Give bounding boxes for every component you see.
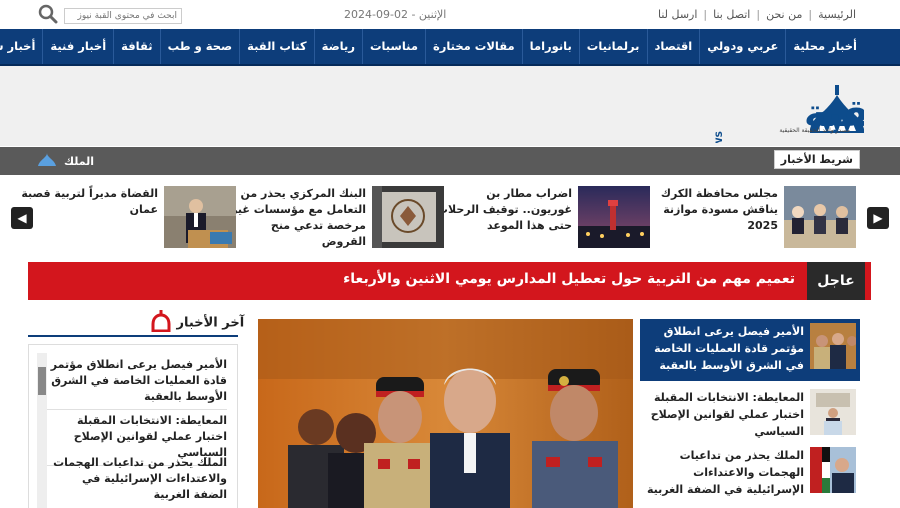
header: القبة NEWS مصدر واحد للحقيقة الحقيقية <box>0 66 900 161</box>
ticker-item-text: الملك <box>64 155 95 168</box>
carousel-card[interactable]: مجلس محافظة الكرك يناقش مسودة موازنة 202… <box>641 186 856 250</box>
breaking-label: عاجل <box>807 262 865 300</box>
latest-news-item[interactable]: الأمير فيصل يرعى انطلاق مؤتمر قادة العمل… <box>47 357 227 410</box>
nav-arab-intl[interactable]: عربي ودولي <box>699 29 785 64</box>
featured-image[interactable] <box>258 319 633 508</box>
card-title: اضراب مطار بن غوريون.. توقيف الرحلات حتى… <box>436 187 572 232</box>
chevron-right-icon: ▶ <box>873 211 883 225</box>
nav-health[interactable]: صحة و طب <box>159 29 240 64</box>
latest-news-list[interactable]: الأمير فيصل يرعى انطلاق مؤتمر قادة العمل… <box>28 344 238 508</box>
breaking-news-bar[interactable]: عاجل تعميم مهم من التربية حول تعطيل المد… <box>28 262 871 300</box>
chevron-left-icon: ◀ <box>17 211 27 225</box>
nav-articles[interactable]: مقالات مختارة <box>424 29 522 64</box>
top-link-about[interactable]: من نحن <box>766 8 802 21</box>
featured-news-title: الملك يحذر من تداعيات الهجمات والاعتداءا… <box>646 449 804 496</box>
featured-news-item[interactable]: الأمير فيصل يرعى انطلاق مؤتمر قادة العمل… <box>640 319 860 381</box>
ticker-logo-icon <box>36 153 58 170</box>
top-link-contact[interactable]: اتصل بنا <box>713 8 750 21</box>
search-input[interactable] <box>64 8 182 24</box>
top-links: الرئيسية | من نحن | اتصل بنا | ارسل لنا <box>658 8 856 21</box>
card-title: القضاة مديراً لتربية قصبة عمان <box>21 187 158 216</box>
nav-parliament[interactable]: برلمانيات <box>578 29 647 64</box>
scrollbar[interactable] <box>37 353 47 508</box>
card-title: البنك المركزي يحذر من التعامل مع مؤسسات … <box>231 187 366 248</box>
nav-art[interactable]: أخبار فنية <box>42 29 113 64</box>
top-link-send[interactable]: ارسل لنا <box>658 8 697 21</box>
carousel-card[interactable]: القضاة مديراً لتربية قصبة عمان <box>21 186 236 250</box>
top-link-home[interactable]: الرئيسية <box>818 8 856 21</box>
featured-news-title: المعايطة: الانتخابات المقبلة اختبار عملي… <box>650 391 804 438</box>
nav-writers[interactable]: كتاب القبة <box>239 29 313 64</box>
scrollbar-thumb[interactable] <box>38 367 46 395</box>
nav-economy[interactable]: اقتصاد <box>646 29 700 64</box>
card-image <box>372 186 444 248</box>
logo-news: NEWS <box>715 131 725 143</box>
logo-tagline: مصدر واحد للحقيقة الحقيقية <box>779 127 850 134</box>
search-icon[interactable] <box>38 4 58 28</box>
featured-news-item[interactable]: المعايطة: الانتخابات المقبلة اختبار عملي… <box>640 385 860 439</box>
nav-local[interactable]: أخبار محلية <box>785 29 864 64</box>
latest-news-item[interactable]: الملك يحذر من تداعيات الهجمات والاعتداءا… <box>47 455 227 507</box>
search-area <box>38 4 182 28</box>
carousel-prev-button[interactable]: ◀ <box>11 207 33 229</box>
featured-news-list: الأمير فيصل يرعى انطلاق مؤتمر قادة العمل… <box>640 319 860 508</box>
nav-occasions[interactable]: مناسبات <box>361 29 425 64</box>
nav-culture[interactable]: ثقافة <box>113 29 159 64</box>
ticker-label: شريط الأخبار <box>773 150 860 169</box>
date-text: الإثنين - 02-09-2024 <box>344 8 447 21</box>
card-image <box>784 186 856 248</box>
featured-news-item[interactable]: الملك يحذر من تداعيات الهجمات والاعتداءا… <box>640 443 860 503</box>
nav-hot[interactable]: أخبار ساخنة <box>0 29 42 64</box>
featured-thumb <box>810 389 856 435</box>
carousel-next-button[interactable]: ▶ <box>867 207 889 229</box>
carousel-card[interactable]: البنك المركزي يحذر من التعامل مع مؤسسات … <box>229 186 444 250</box>
breaking-text: تعميم مهم من التربية حول تعطيل المدارس ي… <box>343 271 795 287</box>
carousel-card[interactable]: اضراب مطار بن غوريون.. توقيف الرحلات حتى… <box>435 186 650 250</box>
featured-thumb <box>810 447 856 493</box>
main-nav: أخبار محلية عربي ودولي اقتصاد برلمانيات … <box>0 29 900 66</box>
divider <box>28 335 238 337</box>
separator: | <box>808 8 813 21</box>
card-image <box>578 186 650 248</box>
news-carousel: مجلس محافظة الكرك يناقش مسودة موازنة 202… <box>0 177 900 257</box>
news-ticker: شريط الأخبار الملك <box>0 147 900 175</box>
nav-sports[interactable]: رياضة <box>313 29 362 64</box>
latest-news-title-text: آخر الأخبار <box>176 315 245 331</box>
ticker-item[interactable]: الملك <box>36 153 94 170</box>
top-bar: الرئيسية | من نحن | اتصل بنا | ارسل لنا … <box>0 0 900 29</box>
card-title: مجلس محافظة الكرك يناقش مسودة موازنة 202… <box>660 187 778 232</box>
card-image <box>164 186 236 248</box>
dome-icon <box>150 310 172 336</box>
featured-thumb <box>810 323 857 369</box>
separator: | <box>703 8 708 21</box>
separator: | <box>756 8 761 21</box>
featured-news-title: الأمير فيصل يرعى انطلاق مؤتمر قادة العمل… <box>654 325 804 372</box>
latest-news-title: آخر الأخبار <box>150 310 244 336</box>
nav-panorama[interactable]: بانوراما <box>521 29 579 64</box>
